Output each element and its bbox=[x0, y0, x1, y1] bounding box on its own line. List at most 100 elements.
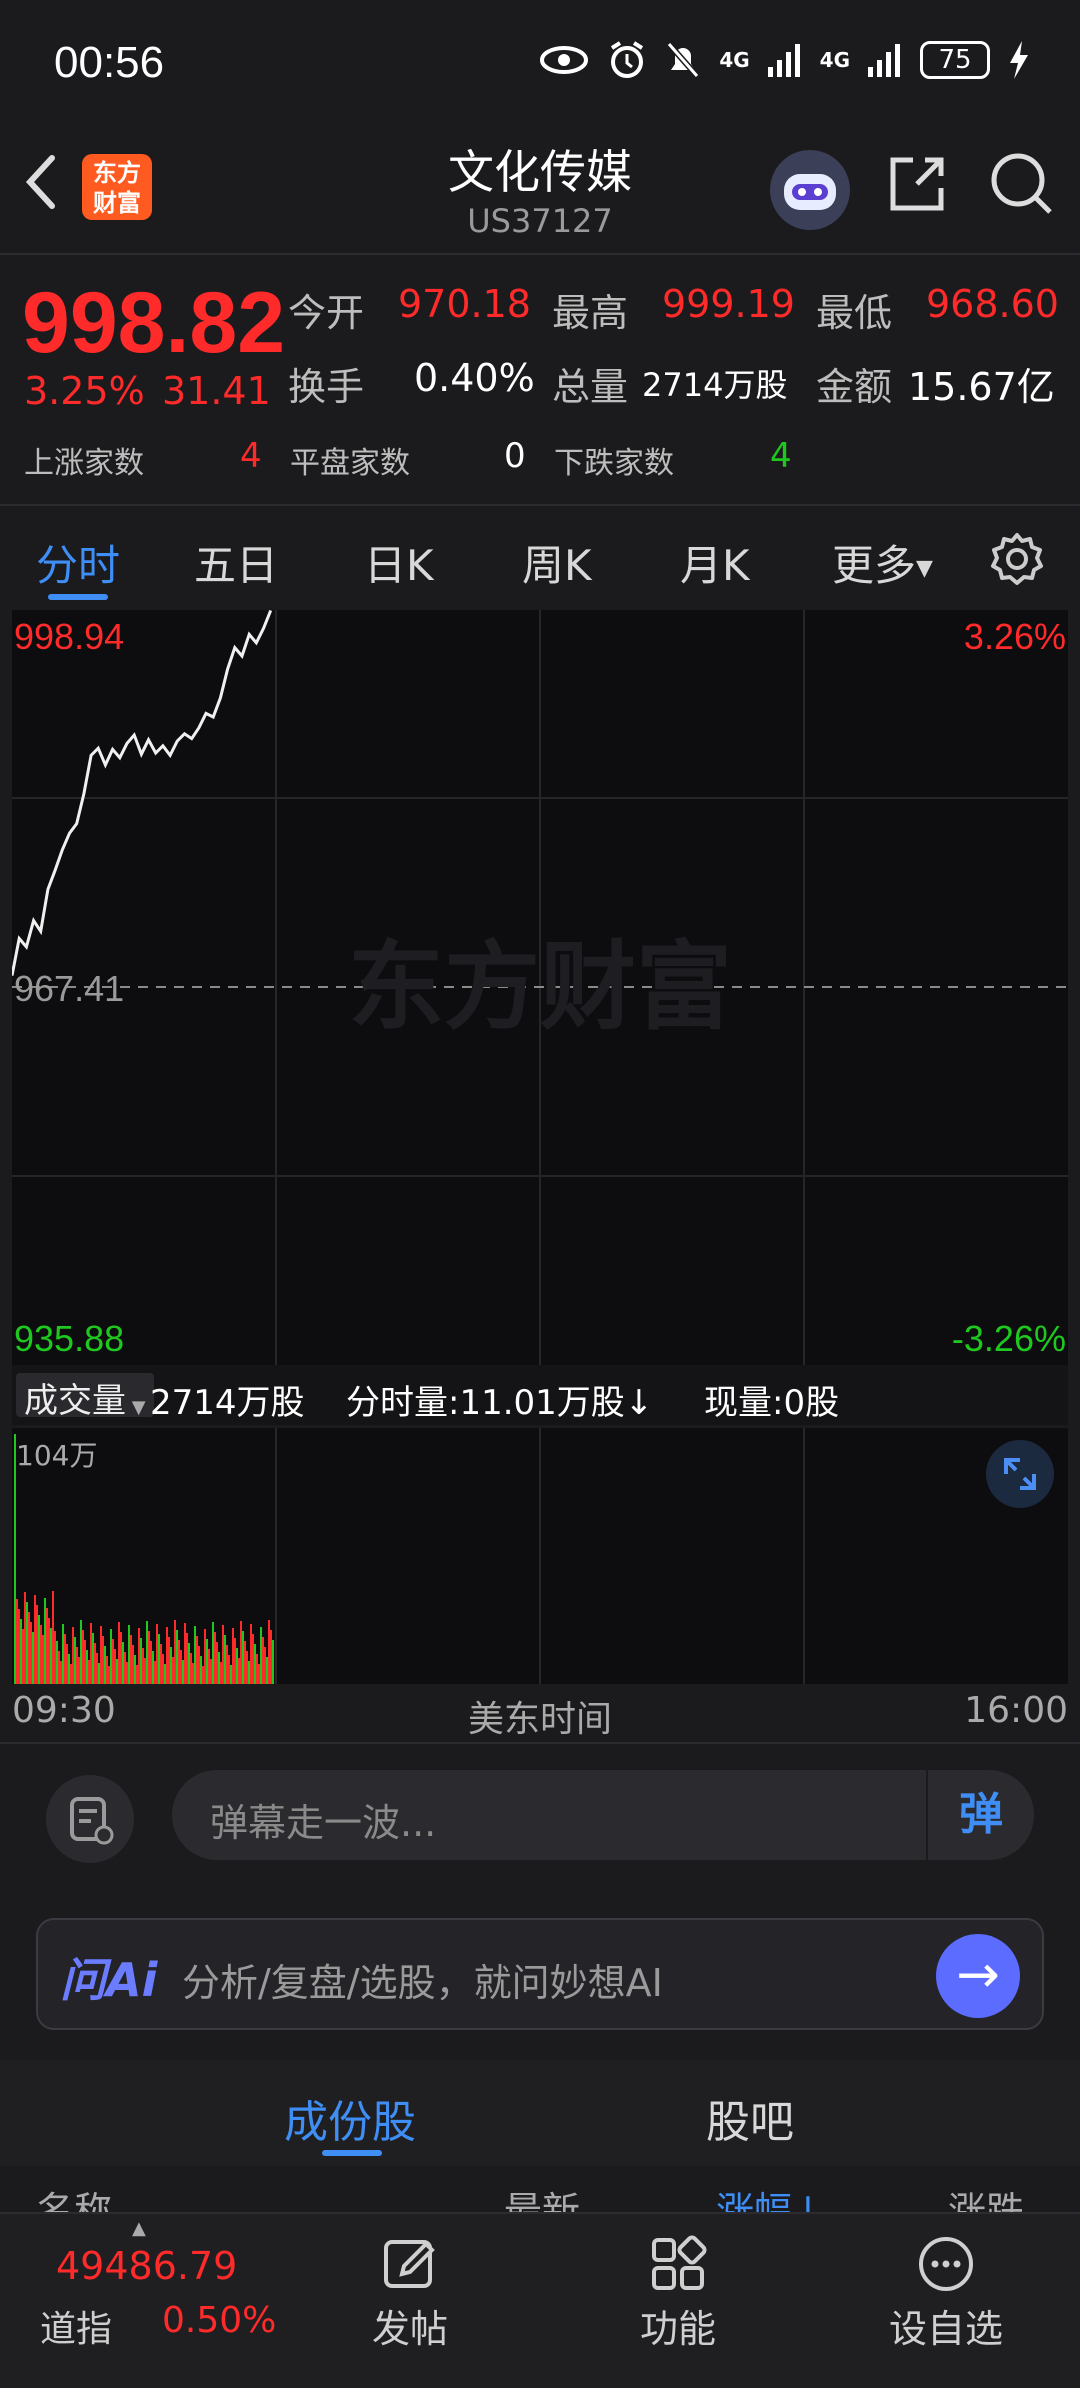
time-axis-end: 16:00 bbox=[964, 1690, 1068, 1731]
volume-bar bbox=[112, 1639, 114, 1684]
tab-daily-k[interactable]: 日K bbox=[364, 532, 434, 593]
volume-bar bbox=[72, 1627, 74, 1684]
volume-bar bbox=[140, 1638, 142, 1684]
volume-bar bbox=[236, 1648, 238, 1684]
volume-bar bbox=[242, 1631, 244, 1684]
col-latest[interactable]: 最新 bbox=[504, 2180, 580, 2212]
expand-chart-button[interactable] bbox=[986, 1440, 1054, 1508]
volume-bar bbox=[24, 1592, 26, 1684]
volume-bar bbox=[246, 1651, 248, 1684]
col-change[interactable]: 涨跌 bbox=[948, 2180, 1024, 2212]
volume-current: 现量:0股 bbox=[704, 1383, 840, 1423]
volume-bar bbox=[230, 1665, 232, 1684]
volume-bar bbox=[34, 1595, 36, 1684]
volume-bar bbox=[100, 1626, 102, 1684]
high-label: 最高 bbox=[552, 291, 629, 335]
nav-functions[interactable]: 功能 bbox=[628, 2234, 728, 2353]
signal-icon bbox=[767, 44, 800, 77]
tab-intraday[interactable]: 分时 bbox=[36, 532, 120, 593]
arrow-right-icon: → bbox=[956, 1945, 1000, 2005]
volume-bar bbox=[226, 1645, 228, 1684]
volume-bar bbox=[154, 1661, 156, 1684]
tab-monthly-k[interactable]: 月K bbox=[680, 532, 750, 593]
amount-label: 金额 bbox=[816, 365, 893, 409]
volume-bar bbox=[60, 1661, 62, 1684]
volume-bar bbox=[196, 1636, 198, 1684]
volume-bar bbox=[96, 1653, 98, 1684]
volume-indicator-label: 成交量 bbox=[24, 1381, 126, 1421]
nav-post[interactable]: 发帖 bbox=[360, 2234, 460, 2353]
volume-bar bbox=[198, 1646, 200, 1684]
y-axis-top-pct: 3.26% bbox=[963, 616, 1066, 657]
ai-prompt: 分析/复盘/选股，就问妙想AI bbox=[182, 1961, 663, 2005]
danmu-input[interactable]: 弹幕走一波... 弹 bbox=[172, 1770, 1034, 1860]
header: 东方财富 文化传媒 US37127 bbox=[0, 130, 1080, 252]
bottom-nav: ▲ 49486.79 道指 0.50% 发帖 功能 设自选 bbox=[0, 2212, 1080, 2388]
status-icons: 4G 4G 75 bbox=[539, 40, 1030, 80]
danmu-send-button[interactable]: 弹 bbox=[926, 1770, 1034, 1860]
volume-bar bbox=[62, 1624, 64, 1684]
caret-up-icon: ▲ bbox=[132, 2218, 146, 2239]
volume-bar bbox=[134, 1655, 136, 1684]
chart-watermark: 东方财富 bbox=[348, 931, 732, 1043]
danmu-settings-button[interactable] bbox=[46, 1775, 134, 1863]
volume-bar bbox=[16, 1599, 18, 1684]
volume-bar bbox=[40, 1625, 42, 1684]
share-button[interactable] bbox=[885, 152, 949, 216]
volume-bar bbox=[150, 1641, 152, 1684]
current-price: 998.82 bbox=[22, 275, 286, 371]
danmu-placeholder: 弹幕走一波... bbox=[210, 1801, 437, 1845]
tab-five-day[interactable]: 五日 bbox=[194, 532, 278, 593]
volume-bar bbox=[214, 1632, 216, 1684]
col-change-pct[interactable]: 涨幅↓ bbox=[716, 2180, 824, 2212]
volume-bar bbox=[136, 1665, 138, 1684]
chart-settings-button[interactable] bbox=[990, 532, 1044, 590]
index-ticker[interactable]: ▲ 49486.79 道指 0.50% bbox=[20, 2214, 280, 2388]
volume-indicator-selector[interactable]: 成交量 ▼ bbox=[16, 1373, 154, 1421]
volume-bar bbox=[94, 1643, 96, 1684]
up-count: 4 bbox=[240, 436, 262, 476]
volume-chart[interactable]: 104万 bbox=[12, 1428, 1068, 1684]
ai-go-button[interactable]: → bbox=[936, 1934, 1020, 2018]
volume-bar bbox=[104, 1646, 106, 1684]
danmu-bar: 弹幕走一波... 弹 bbox=[0, 1740, 1080, 1890]
nav-add-watchlist[interactable]: 设自选 bbox=[886, 2234, 1006, 2353]
ai-assistant-bar[interactable]: 问Ai 分析/复盘/选股，就问妙想AI → bbox=[36, 1918, 1044, 2030]
volume-bar bbox=[88, 1660, 90, 1684]
volume-max-label: 104万 bbox=[16, 1439, 98, 1472]
tab-more[interactable]: 更多▼ bbox=[832, 532, 933, 593]
volume-bar bbox=[254, 1644, 256, 1684]
volume-bar bbox=[44, 1598, 46, 1684]
volume-bar bbox=[218, 1652, 220, 1684]
volume-bar bbox=[120, 1632, 122, 1684]
low-value: 968.60 bbox=[926, 282, 1059, 326]
intraday-price-chart[interactable]: 东方财富 998.94 3.26% 967.41 935.88 -3.26% bbox=[12, 610, 1068, 1365]
tab-weekly-k[interactable]: 周K bbox=[522, 532, 592, 593]
volume-bar bbox=[38, 1615, 40, 1684]
volume-bar bbox=[240, 1621, 242, 1684]
volume-bar bbox=[220, 1662, 222, 1684]
grid-icon bbox=[652, 2235, 707, 2290]
volume-bar bbox=[194, 1626, 196, 1684]
volume-bar bbox=[166, 1627, 168, 1684]
edit-icon bbox=[384, 2240, 435, 2288]
volume-info-bar: 成交量 ▼ 2714万股 分时量:11.01万股↓ 现量:0股 bbox=[12, 1365, 1068, 1425]
volume-bar bbox=[222, 1625, 224, 1684]
down-count-label: 下跌家数 bbox=[554, 446, 674, 481]
ai-robot-avatar[interactable] bbox=[770, 150, 850, 230]
volume-bar bbox=[248, 1661, 250, 1684]
tab-constituents[interactable]: 成份股 bbox=[284, 2086, 416, 2150]
col-name[interactable]: 名称 bbox=[36, 2180, 112, 2212]
volume-bar bbox=[182, 1660, 184, 1684]
volume-bar bbox=[36, 1605, 38, 1684]
volume-bar bbox=[158, 1634, 160, 1684]
high-value: 999.19 bbox=[662, 282, 795, 326]
volume-bar bbox=[224, 1635, 226, 1684]
index-change-pct: 0.50% bbox=[162, 2300, 277, 2341]
volume-bar bbox=[238, 1658, 240, 1684]
volume-bar bbox=[28, 1612, 30, 1684]
tab-forum[interactable]: 股吧 bbox=[706, 2086, 794, 2150]
search-button[interactable] bbox=[988, 150, 1054, 216]
volume-bar bbox=[124, 1652, 126, 1684]
volume-bar bbox=[22, 1629, 24, 1684]
